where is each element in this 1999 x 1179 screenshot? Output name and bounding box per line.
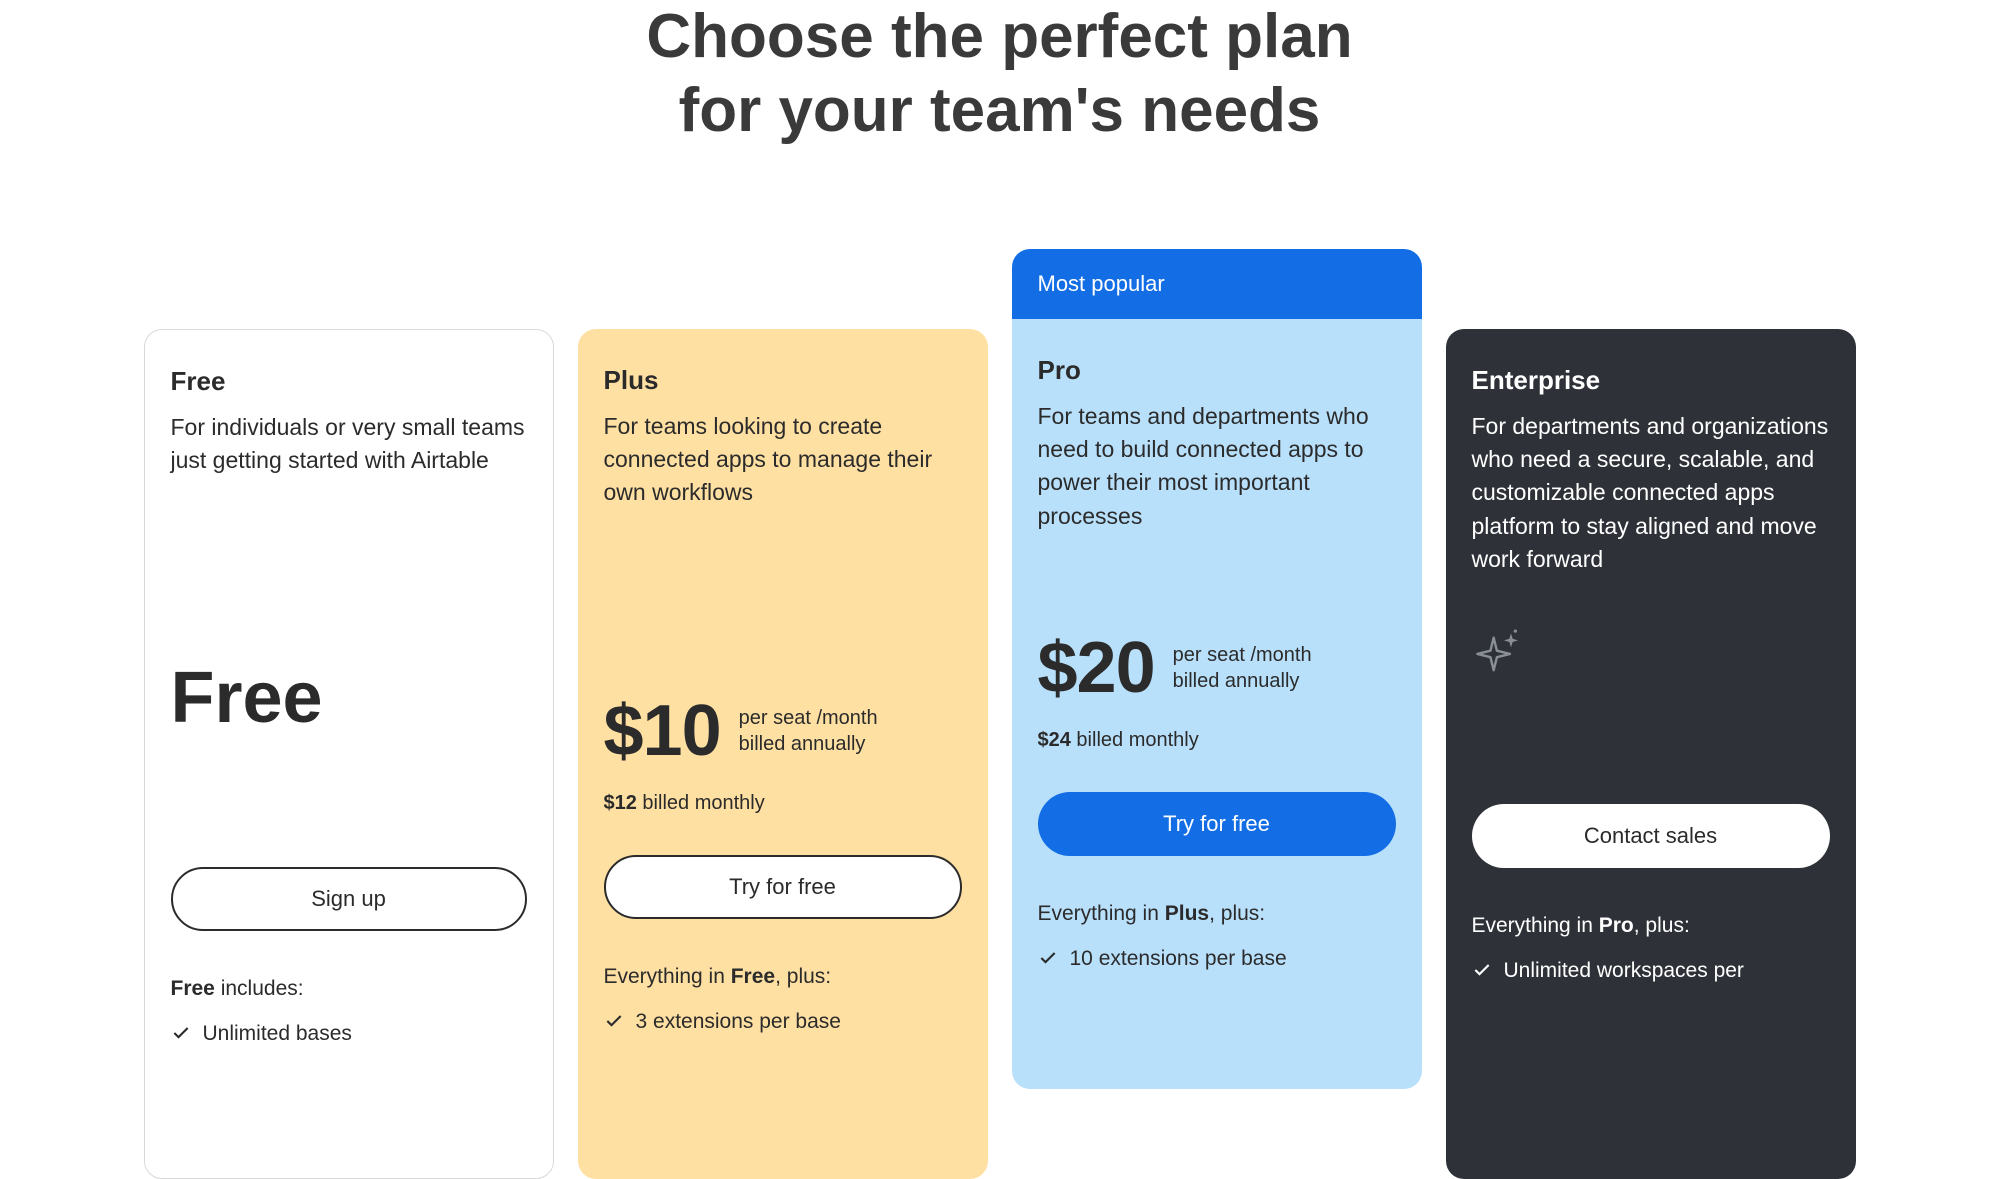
sparkle-icon bbox=[1472, 629, 1830, 686]
plan-card-free: Free For individuals or very small teams… bbox=[144, 329, 554, 1179]
most-popular-badge: Most popular bbox=[1012, 249, 1422, 319]
plan-description: For teams looking to create connected ap… bbox=[604, 410, 962, 510]
feature-item: 3 extensions per base bbox=[604, 1007, 962, 1036]
check-icon bbox=[171, 1023, 191, 1043]
plan-price-sub: per seat /month billed annually bbox=[739, 705, 878, 757]
plan-price-monthly: $12 billed monthly bbox=[604, 792, 962, 815]
feature-item: Unlimited workspaces per bbox=[1472, 956, 1830, 985]
plan-description: For individuals or very small teams just… bbox=[171, 411, 527, 478]
plan-name: Free bbox=[171, 366, 527, 397]
check-icon bbox=[1472, 960, 1492, 980]
includes-label: Everything in Plus, plus: bbox=[1038, 902, 1396, 926]
includes-label: Everything in Pro, plus: bbox=[1472, 914, 1830, 938]
pricing-plans-row: Free For individuals or very small teams… bbox=[0, 249, 1999, 1179]
plan-name: Pro bbox=[1038, 355, 1396, 386]
check-icon bbox=[604, 1011, 624, 1031]
plan-price-row: $20 per seat /month billed annually bbox=[1038, 627, 1396, 709]
contact-sales-button[interactable]: Contact sales bbox=[1472, 804, 1830, 868]
plan-name: Plus bbox=[604, 365, 962, 396]
includes-label: Free includes: bbox=[171, 977, 527, 1001]
plan-price-row: $10 per seat /month billed annually bbox=[604, 690, 962, 772]
plan-price: $20 bbox=[1038, 627, 1155, 709]
try-free-button[interactable]: Try for free bbox=[1038, 792, 1396, 856]
page-headline: Choose the perfect plan for your team's … bbox=[0, 0, 1999, 249]
plan-price: $10 bbox=[604, 690, 721, 772]
signup-button[interactable]: Sign up bbox=[171, 867, 527, 931]
plan-name: Enterprise bbox=[1472, 365, 1830, 396]
plan-description: For departments and organizations who ne… bbox=[1472, 410, 1830, 577]
feature-item: 10 extensions per base bbox=[1038, 944, 1396, 973]
try-free-button[interactable]: Try for free bbox=[604, 855, 962, 919]
plan-price: Free bbox=[171, 657, 527, 739]
feature-item: Unlimited bases bbox=[171, 1019, 527, 1048]
plan-price-monthly: $24 billed monthly bbox=[1038, 729, 1396, 752]
plan-card-pro: Most popular Pro For teams and departmen… bbox=[1012, 249, 1422, 1089]
check-icon bbox=[1038, 948, 1058, 968]
includes-label: Everything in Free, plus: bbox=[604, 965, 962, 989]
plan-card-plus: Plus For teams looking to create connect… bbox=[578, 329, 988, 1179]
plan-card-enterprise: Enterprise For departments and organizat… bbox=[1446, 329, 1856, 1179]
plan-description: For teams and departments who need to bu… bbox=[1038, 400, 1396, 533]
plan-price-sub: per seat /month billed annually bbox=[1173, 642, 1312, 694]
